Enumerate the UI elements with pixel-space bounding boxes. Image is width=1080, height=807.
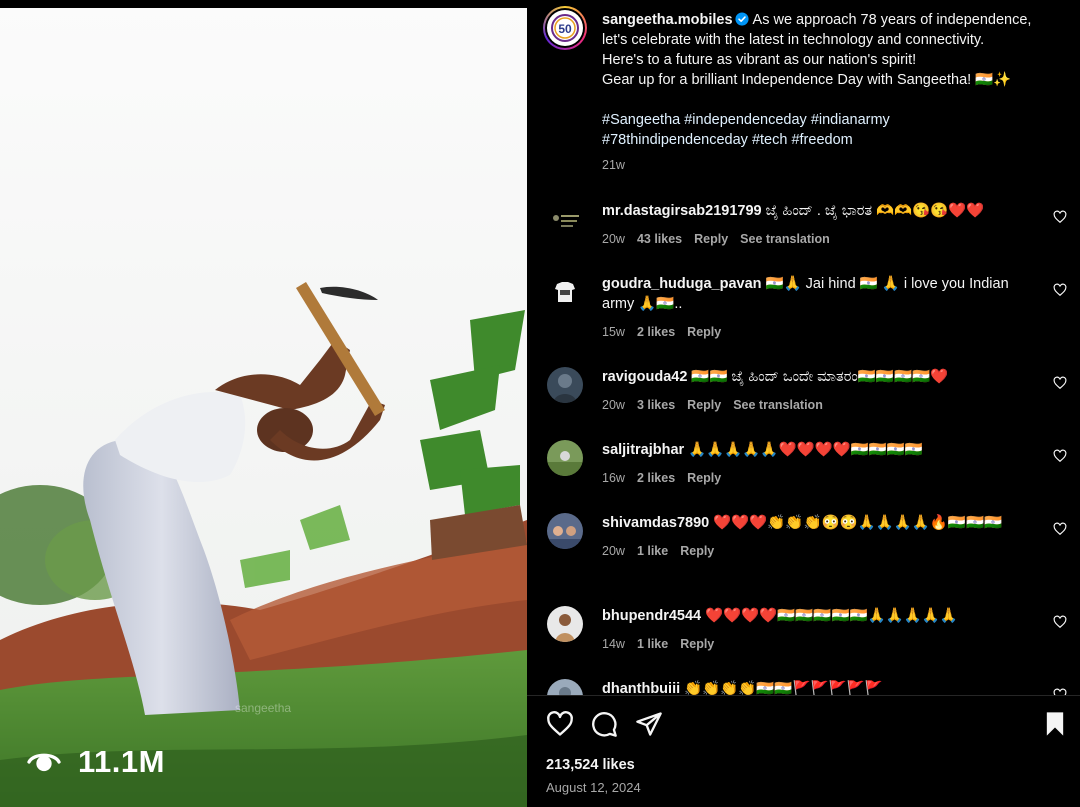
see-translation-button[interactable]: See translation — [740, 229, 830, 249]
svg-text:50: 50 — [558, 22, 572, 36]
comment-time[interactable]: 15w — [602, 322, 625, 342]
media-top-bar — [0, 0, 527, 8]
verified-badge-icon — [734, 12, 749, 26]
hashtags-line-1[interactable]: #Sangeetha #independenceday #indianarmy — [602, 110, 1062, 130]
view-count: 11.1M — [78, 744, 165, 779]
comment-username[interactable]: bhupendr4544 — [602, 608, 701, 624]
comment-avatar[interactable] — [547, 274, 583, 310]
comment-text: 🇮🇳🇮🇳 ಜೈ ಹಿಂದ್ ಒಂದೇ ಮಾತರಂ🇮🇳🇮🇳🇮🇳🇮🇳❤️ — [691, 369, 949, 385]
video-frame: sangeetha — [0, 0, 527, 807]
comment-like-heart-icon[interactable] — [1053, 376, 1067, 390]
comment-username[interactable]: goudra_huduga_pavan — [602, 276, 762, 292]
comment-time[interactable]: 20w — [602, 541, 625, 561]
reply-button[interactable]: Reply — [680, 541, 714, 561]
sangeetha-logo-icon: 50 — [547, 10, 583, 46]
reply-button[interactable]: Reply — [687, 322, 721, 342]
share-icon[interactable] — [635, 710, 663, 738]
comment-icon[interactable] — [590, 710, 618, 738]
post-date[interactable]: August 12, 2024 — [546, 780, 641, 795]
caption-line-1: As we approach 78 years of independence, — [752, 12, 1032, 28]
comment-avatar[interactable] — [547, 679, 583, 695]
comment-like-heart-icon[interactable] — [1053, 210, 1067, 224]
caption-hashtags[interactable]: #Sangeetha #independenceday #indianarmy … — [602, 110, 1062, 150]
comment-time[interactable]: 14w — [602, 634, 625, 654]
comment-time[interactable]: 20w — [602, 229, 625, 249]
caption-line-2: let's celebrate with the latest in techn… — [602, 32, 985, 48]
comment-likes[interactable]: 1 like — [637, 634, 668, 654]
comment-text: 🙏🙏🙏🙏🙏❤️❤️❤️❤️🇮🇳🇮🇳🇮🇳🇮🇳 — [688, 442, 923, 458]
heart-icon[interactable] — [546, 710, 574, 738]
comment-text: ❤️❤️❤️❤️🇮🇳🇮🇳🇮🇳🇮🇳🇮🇳🙏🙏🙏🙏🙏 — [705, 608, 958, 624]
comment-time[interactable]: 20w — [602, 395, 625, 415]
comment-likes[interactable]: 1 like — [637, 541, 668, 561]
comment-text: 👏👏👏👏🇮🇳🇮🇳🚩🚩🚩🚩🚩 — [684, 681, 883, 695]
comment-like-heart-icon[interactable] — [1053, 283, 1067, 297]
comment-avatar[interactable] — [547, 201, 583, 237]
media-watermark: sangeetha — [235, 701, 291, 715]
reply-button[interactable]: Reply — [687, 395, 721, 415]
comment-like-heart-icon[interactable] — [1053, 688, 1067, 695]
comment-text: ❤️❤️❤️👏👏👏😳😳🙏🙏🙏🙏🔥🇮🇳🇮🇳🇮🇳 — [713, 515, 1003, 531]
comments-scroll-area[interactable]: 50 sangeetha.mobiles As we approach 78 ye… — [527, 0, 1080, 695]
comment-username[interactable]: mr.dastagirsab2191799 — [602, 203, 762, 219]
comment-avatar[interactable] — [547, 367, 583, 403]
post-actions-bar: 213,524 likes August 12, 2024 — [527, 696, 1080, 807]
comment-username[interactable]: dhanthbuiii — [602, 681, 680, 695]
comment-username[interactable]: shivamdas7890 — [602, 515, 709, 531]
comment-likes[interactable]: 2 likes — [637, 322, 675, 342]
author-username[interactable]: sangeetha.mobiles — [602, 12, 733, 28]
post-media[interactable]: sangeetha 11.1M — [0, 0, 527, 807]
caption-timestamp[interactable]: 21w — [602, 158, 625, 172]
caption-text: sangeetha.mobiles As we approach 78 years… — [602, 10, 1062, 150]
comment-username[interactable]: ravigouda42 — [602, 369, 687, 385]
comment-username[interactable]: saljitrajbhar — [602, 442, 684, 458]
comment-text: ಜೈ ಹಿಂದ್ . ಜೈ ಭಾರತ 🫶🫶😘😘❤️❤️ — [765, 203, 985, 219]
reply-button[interactable]: Reply — [694, 229, 728, 249]
post-side-panel: 50 sangeetha.mobiles As we approach 78 ye… — [527, 0, 1080, 807]
comment-likes[interactable]: 43 likes — [637, 229, 682, 249]
comment-likes[interactable]: 2 likes — [637, 468, 675, 488]
comment-avatar[interactable] — [547, 513, 583, 549]
view-count-overlay: 11.1M — [24, 742, 165, 782]
comment-time[interactable]: 16w — [602, 468, 625, 488]
comment-like-heart-icon[interactable] — [1053, 615, 1067, 629]
reply-button[interactable]: Reply — [680, 634, 714, 654]
comment-like-heart-icon[interactable] — [1053, 449, 1067, 463]
caption-line-3: Here's to a future as vibrant as our nat… — [602, 52, 917, 68]
caption-line-4: Gear up for a brilliant Independence Day… — [602, 72, 1012, 88]
author-avatar[interactable]: 50 — [543, 6, 587, 50]
comment-likes[interactable]: 3 likes — [637, 395, 675, 415]
comment-like-heart-icon[interactable] — [1053, 522, 1067, 536]
reply-button[interactable]: Reply — [687, 468, 721, 488]
bookmark-icon[interactable] — [1041, 710, 1069, 738]
see-translation-button[interactable]: See translation — [733, 395, 823, 415]
comment-avatar[interactable] — [547, 440, 583, 476]
likes-count[interactable]: 213,524 likes — [546, 757, 635, 773]
view-eye-icon — [24, 742, 64, 782]
hashtags-line-2[interactable]: #78thindipendenceday #tech #freedom — [602, 130, 1062, 150]
comment-avatar[interactable] — [547, 606, 583, 642]
